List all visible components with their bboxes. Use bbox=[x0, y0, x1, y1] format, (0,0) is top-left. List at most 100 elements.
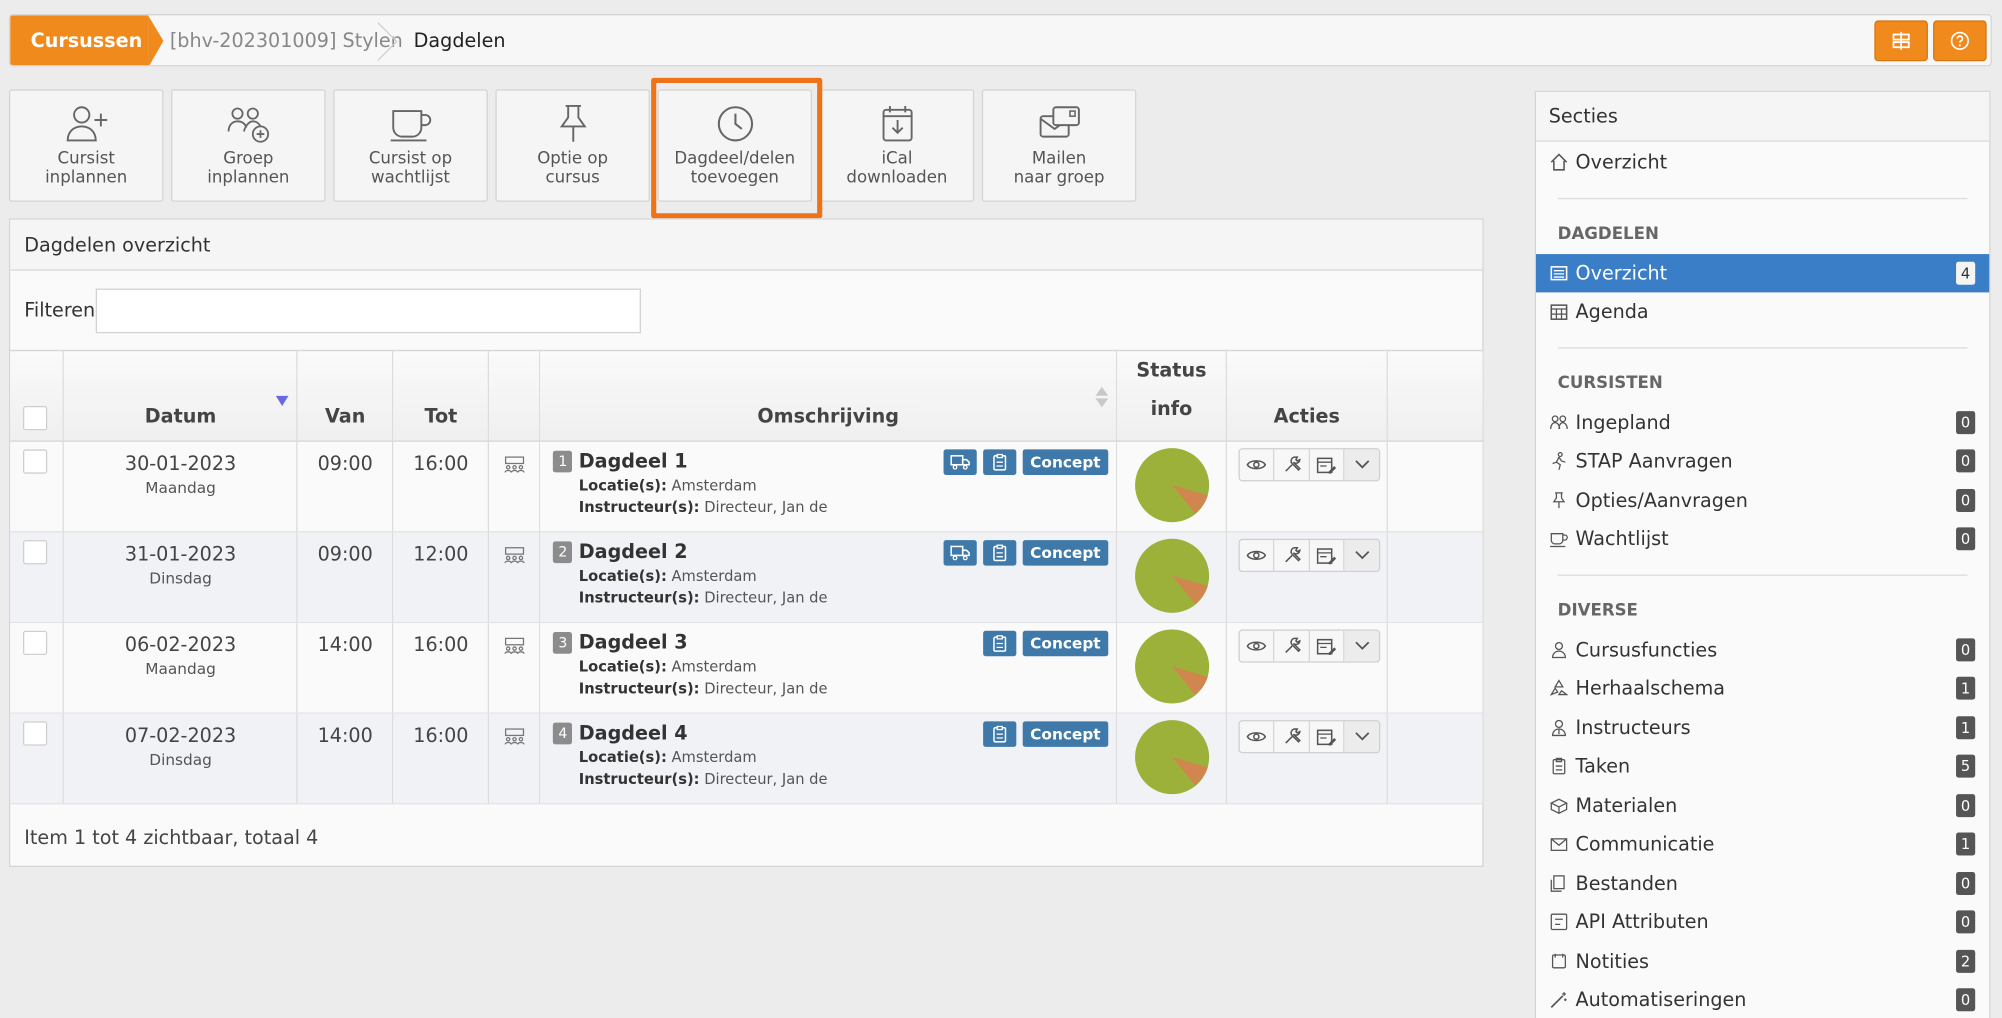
optie-op-cursus-button[interactable]: Optie op cursus bbox=[495, 89, 650, 202]
transport-badge[interactable] bbox=[943, 449, 977, 475]
sidebar-item-bestanden[interactable]: Bestanden 0 bbox=[1536, 864, 1989, 903]
dagdeel-toevoegen-button[interactable]: Dagdeel/delen toevoegen bbox=[657, 89, 813, 202]
more-dropdown-button[interactable] bbox=[1345, 449, 1379, 481]
sidebar-item-materialen[interactable]: Materialen 0 bbox=[1536, 786, 1989, 825]
tool-label: wachtlijst bbox=[371, 168, 450, 188]
sidebar-item-label: Herhaalschema bbox=[1575, 676, 1726, 700]
task-badge[interactable] bbox=[982, 721, 1017, 747]
help-button[interactable] bbox=[1933, 20, 1987, 62]
wrench-icon bbox=[1284, 637, 1301, 653]
count-badge: 0 bbox=[1956, 988, 1976, 1012]
sidebar-item-stap-aanvragen[interactable]: STAP Aanvragen 0 bbox=[1536, 442, 1989, 481]
more-dropdown-button[interactable] bbox=[1345, 630, 1379, 662]
cursist-inplannen-button[interactable]: Cursist inplannen bbox=[8, 89, 164, 202]
table-row[interactable]: 07-02-2023 Dinsdag 14:00 16:00 4 Dagdeel 4 Loc… bbox=[10, 713, 1484, 805]
filter-input[interactable] bbox=[95, 288, 641, 334]
sidebar-item-communicatie[interactable]: Communicatie 1 bbox=[1536, 825, 1989, 864]
view-button[interactable] bbox=[1240, 449, 1275, 481]
task-badge[interactable] bbox=[982, 630, 1017, 657]
edit-button[interactable] bbox=[1275, 630, 1310, 662]
more-dropdown-button[interactable] bbox=[1345, 540, 1379, 571]
sidebar-item-herhaalschema[interactable]: Herhaalschema 1 bbox=[1536, 669, 1989, 708]
calendar-edit-icon bbox=[1317, 548, 1337, 565]
mailen-naar-groep-button[interactable]: Mailen naar groep bbox=[981, 89, 1137, 202]
edit-button[interactable] bbox=[1275, 721, 1310, 753]
dagdeel-title[interactable]: Dagdeel 4 bbox=[579, 721, 688, 744]
row-checkbox[interactable] bbox=[22, 540, 48, 565]
filter-label: Filteren bbox=[24, 298, 96, 322]
row-checkbox[interactable] bbox=[22, 721, 48, 746]
table-row[interactable]: 30-01-2023 Maandag 09:00 16:00 1 Dagdeel 1 Loc… bbox=[10, 441, 1484, 533]
view-button[interactable] bbox=[1240, 721, 1275, 753]
groep-inplannen-button[interactable]: Groep inplannen bbox=[171, 89, 326, 202]
table-footer: Item 1 tot 4 zichtbaar, totaal 4 bbox=[24, 826, 319, 850]
date-value: 07-02-2023 bbox=[124, 723, 237, 747]
column-tot[interactable]: Tot bbox=[393, 349, 490, 442]
sidebar-item-notities[interactable]: Notities 2 bbox=[1536, 942, 1989, 981]
sidebar-item-wachtlijst[interactable]: Wachtlijst 0 bbox=[1536, 520, 1989, 559]
column-omschrijving[interactable]: Omschrijving bbox=[539, 349, 1118, 442]
list-icon bbox=[1550, 265, 1568, 280]
sidebar-title: Secties bbox=[1535, 91, 1990, 142]
edit-button[interactable] bbox=[1275, 540, 1310, 571]
breadcrumb-cursussen[interactable]: Cursussen bbox=[10, 15, 164, 66]
description-cell: 4 Dagdeel 4 Locatie(s): Amsterdam Instructe… bbox=[539, 713, 1118, 805]
select-all-checkbox[interactable] bbox=[22, 406, 48, 431]
column-van[interactable]: Van bbox=[297, 349, 394, 442]
sidebar-item-taken[interactable]: Taken 5 bbox=[1536, 747, 1989, 786]
breadcrumb-course[interactable]: [bhv-202301009] Stylen bbox=[170, 15, 403, 65]
status-pie-chart bbox=[1134, 720, 1209, 795]
column-datum[interactable]: Datum bbox=[63, 349, 298, 442]
more-dropdown-button[interactable] bbox=[1345, 721, 1379, 753]
sidebar-item-cursusfuncties[interactable]: Cursusfuncties 0 bbox=[1536, 630, 1989, 669]
sidebar-item-label: Automatiseringen bbox=[1575, 988, 1747, 1012]
cursist-op-wachtlijst-button[interactable]: Cursist op wachtlijst bbox=[333, 89, 488, 202]
count-badge: 0 bbox=[1956, 637, 1976, 661]
row-checkbox[interactable] bbox=[22, 630, 48, 655]
column-icon bbox=[488, 349, 541, 442]
calendar-edit-icon bbox=[1317, 638, 1337, 655]
view-button[interactable] bbox=[1240, 540, 1275, 571]
planning-button[interactable] bbox=[1310, 630, 1346, 662]
sidebar-item-automatiseringen[interactable]: Automatiseringen 0 bbox=[1536, 981, 1989, 1018]
sidebar-item-api-attributen[interactable]: API Attributen 0 bbox=[1536, 903, 1989, 942]
view-button[interactable] bbox=[1240, 630, 1275, 662]
planning-button[interactable] bbox=[1310, 540, 1346, 571]
sidebar-item-instructeurs[interactable]: Instructeurs 1 bbox=[1536, 708, 1989, 747]
edit-button[interactable] bbox=[1275, 449, 1310, 481]
tool-label: iCal bbox=[881, 149, 913, 169]
description-cell: 1 Dagdeel 1 Locatie(s): Amsterdam Instructe… bbox=[539, 441, 1118, 533]
row-checkbox[interactable] bbox=[22, 449, 48, 474]
table-row[interactable]: 31-01-2023 Dinsdag 09:00 12:00 2 Dagdeel 2 Loc… bbox=[10, 531, 1484, 624]
planning-button[interactable] bbox=[1310, 449, 1346, 481]
recycle-icon bbox=[1550, 679, 1568, 696]
task-badge[interactable] bbox=[982, 540, 1017, 566]
ical-downloaden-button[interactable]: iCal downloaden bbox=[819, 89, 975, 202]
count-badge: 0 bbox=[1956, 449, 1976, 473]
row-actions bbox=[1238, 538, 1381, 573]
dagdeel-title[interactable]: Dagdeel 2 bbox=[579, 540, 688, 563]
wrench-icon bbox=[1284, 546, 1301, 563]
sidebar-item-ingepland[interactable]: Ingepland 0 bbox=[1536, 403, 1989, 442]
signpost-button[interactable] bbox=[1874, 20, 1928, 62]
table-row[interactable]: 06-02-2023 Maandag 14:00 16:00 3 Dagdeel 3 Loc… bbox=[10, 622, 1484, 714]
eye-icon bbox=[1246, 550, 1267, 560]
locatie-value: Amsterdam bbox=[671, 566, 757, 585]
dagdeel-title[interactable]: Dagdeel 3 bbox=[579, 631, 688, 654]
dagdeel-number: 4 bbox=[553, 722, 573, 745]
sidebar-item-overzicht[interactable]: Overzicht 4 bbox=[1535, 253, 1990, 293]
transport-badge[interactable] bbox=[943, 540, 977, 566]
sidebar-item-overzicht-main[interactable]: Overzicht bbox=[1536, 143, 1989, 182]
instructor-icon bbox=[1551, 719, 1566, 736]
sidebar-item-agenda[interactable]: Agenda bbox=[1536, 292, 1989, 331]
locatie-value: Amsterdam bbox=[671, 657, 757, 676]
instructeur-line: Instructeur(s): Directeur, Jan de bbox=[579, 587, 1116, 609]
sidebar-item-label: Wachtlijst bbox=[1575, 527, 1669, 551]
description-cell: 2 Dagdeel 2 Locatie(s): Amsterdam Instructe… bbox=[539, 531, 1118, 624]
sidebar-item-opties-aanvragen[interactable]: Opties/Aanvragen 0 bbox=[1536, 481, 1989, 520]
task-badge[interactable] bbox=[982, 449, 1017, 475]
planning-button[interactable] bbox=[1310, 721, 1346, 753]
instructeur-value: Directeur, Jan de bbox=[704, 588, 828, 607]
sidebar-item-label: Opties/Aanvragen bbox=[1575, 488, 1748, 512]
dagdeel-title[interactable]: Dagdeel 1 bbox=[579, 449, 688, 472]
